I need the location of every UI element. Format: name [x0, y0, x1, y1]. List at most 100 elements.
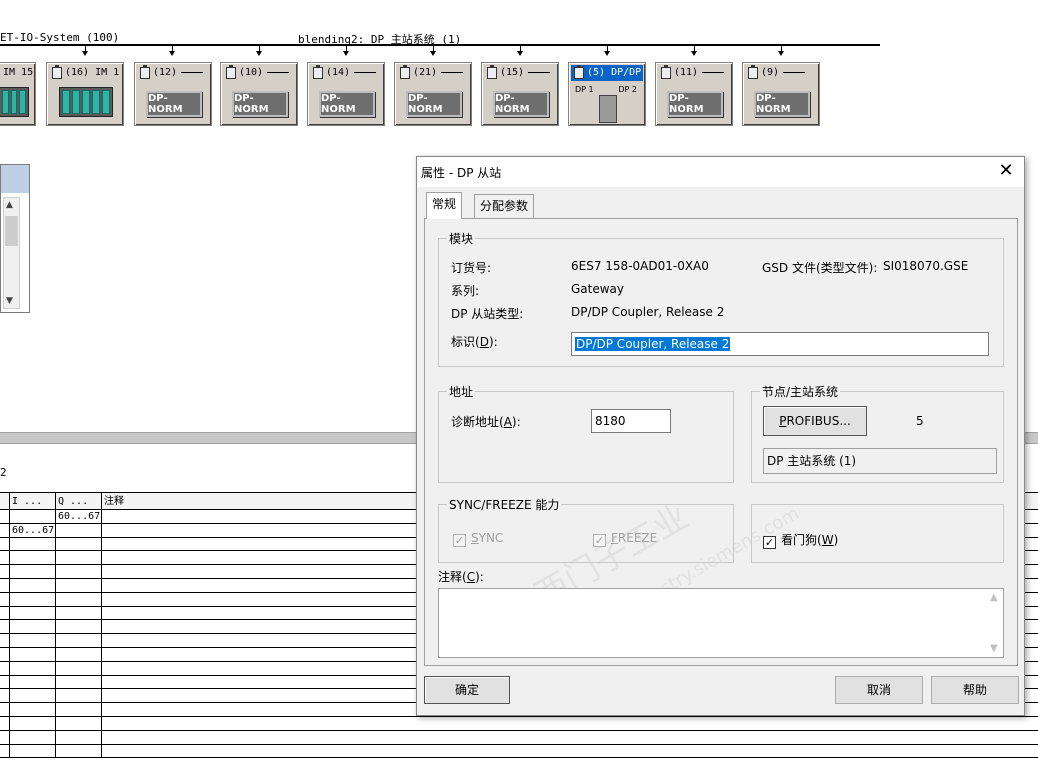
table-cell[interactable]: [56, 578, 102, 592]
table-cell[interactable]: [0, 606, 10, 620]
column-header-q[interactable]: Q ...: [56, 493, 102, 509]
close-icon[interactable]: ✕: [994, 159, 1018, 183]
station-10[interactable]: (10) DP-NORM: [220, 62, 298, 126]
table-cell[interactable]: 60...67: [56, 510, 102, 523]
table-cell[interactable]: [0, 716, 10, 730]
table-cell[interactable]: [0, 537, 10, 551]
listbox-scrollbar[interactable]: ▲ ▼: [3, 197, 20, 309]
station-21[interactable]: (21) DP-NORM: [394, 62, 472, 126]
table-cell[interactable]: [10, 578, 56, 592]
table-cell[interactable]: [56, 716, 102, 730]
table-cell[interactable]: [56, 730, 102, 744]
table-cell[interactable]: [10, 510, 56, 523]
column-header-i[interactable]: I ...: [10, 493, 56, 509]
table-cell[interactable]: [56, 565, 102, 578]
table-cell[interactable]: [0, 551, 10, 565]
table-cell[interactable]: [56, 689, 102, 703]
table-cell[interactable]: [0, 523, 10, 537]
comment-textarea[interactable]: ▲ ▼: [438, 588, 1004, 658]
chevron-down-icon[interactable]: ▼: [6, 296, 13, 306]
station-11[interactable]: (11) DP-NORM: [655, 62, 733, 126]
chevron-down-icon[interactable]: ▼: [990, 643, 998, 654]
table-cell[interactable]: [0, 661, 10, 675]
table-cell[interactable]: [10, 716, 56, 730]
table-cell[interactable]: [0, 634, 10, 647]
table-cell[interactable]: [56, 606, 102, 620]
catalog-listbox[interactable]: ▲ ▼: [0, 164, 30, 313]
table-cell[interactable]: 60...67: [10, 523, 56, 537]
slave-icon: [748, 65, 758, 79]
table-cell[interactable]: [56, 523, 102, 537]
table-cell[interactable]: [56, 675, 102, 689]
chevron-up-icon[interactable]: ▲: [6, 200, 13, 210]
table-cell[interactable]: [10, 537, 56, 551]
table-cell[interactable]: [56, 647, 102, 661]
station-12[interactable]: (12) DP-NORM: [134, 62, 212, 126]
designation-input[interactable]: DP/DP Coupler, Release 2: [571, 332, 989, 356]
table-cell[interactable]: [0, 675, 10, 689]
diag-address-input[interactable]: 8180: [591, 409, 671, 433]
table-cell[interactable]: [56, 592, 102, 606]
table-cell[interactable]: [10, 661, 56, 675]
table-cell[interactable]: [10, 551, 56, 565]
table-cell[interactable]: [56, 634, 102, 647]
table-cell[interactable]: [0, 565, 10, 578]
table-cell[interactable]: [102, 745, 1038, 758]
table-cell[interactable]: [0, 578, 10, 592]
table-cell[interactable]: [10, 675, 56, 689]
table-cell[interactable]: [10, 634, 56, 647]
table-cell[interactable]: [102, 717, 1038, 730]
table-cell[interactable]: [56, 744, 102, 758]
master-system-field: DP 主站系统 (1): [763, 448, 997, 474]
table-cell[interactable]: [10, 620, 56, 634]
ok-button[interactable]: 确定: [424, 676, 510, 704]
node-master-legend: 节点/主站系统: [760, 383, 841, 400]
table-cell[interactable]: [102, 731, 1038, 744]
table-cell[interactable]: [10, 689, 56, 703]
table-cell[interactable]: [0, 703, 10, 716]
order-no-label: 订货号:: [451, 261, 492, 275]
table-cell[interactable]: [10, 606, 56, 620]
table-cell[interactable]: [56, 551, 102, 565]
tab-assign-parameters[interactable]: 分配参数: [474, 194, 535, 218]
station-14[interactable]: (14) DP-NORM: [307, 62, 385, 126]
table-cell[interactable]: [10, 592, 56, 606]
table-cell[interactable]: [0, 744, 10, 758]
table-cell[interactable]: [10, 647, 56, 661]
comment-scrollbar[interactable]: ▲ ▼: [986, 589, 1003, 657]
scroll-thumb[interactable]: [5, 216, 18, 246]
station-16[interactable]: (16) IM 1: [46, 62, 124, 126]
chevron-up-icon[interactable]: ▲: [990, 592, 998, 603]
freeze-checkbox[interactable]: ✓ FREEZE: [593, 531, 657, 547]
table-cell[interactable]: [56, 703, 102, 716]
watchdog-checkbox[interactable]: ✓ 看门狗(W): [763, 531, 838, 549]
station-15[interactable]: (15) DP-NORM: [481, 62, 559, 126]
table-row[interactable]: [0, 744, 1038, 759]
tab-general[interactable]: 常规: [426, 192, 463, 219]
table-cell[interactable]: [0, 647, 10, 661]
table-cell[interactable]: [56, 620, 102, 634]
table-cell[interactable]: [10, 730, 56, 744]
table-cell[interactable]: [0, 730, 10, 744]
dialog-titlebar[interactable]: 属性 - DP 从站 ✕: [417, 157, 1024, 187]
table-row[interactable]: [0, 716, 1038, 731]
table-cell[interactable]: [0, 689, 10, 703]
table-row[interactable]: [0, 730, 1038, 745]
table-cell[interactable]: [10, 565, 56, 578]
station-9[interactable]: (9) DP-NORM: [742, 62, 820, 126]
sync-checkbox[interactable]: ✓ SYNC: [453, 531, 503, 547]
station-5-dp-dp-coupler[interactable]: (5) DP/DP DP 1 DP 2: [568, 62, 646, 126]
table-cell[interactable]: [0, 620, 10, 634]
profibus-button[interactable]: PROFIBUS...: [763, 406, 867, 436]
table-cell[interactable]: [10, 703, 56, 716]
bus-drop: [343, 46, 349, 56]
station-im15[interactable]: IM 15: [0, 62, 36, 126]
column-header[interactable]: [0, 493, 10, 509]
table-cell[interactable]: [0, 510, 10, 523]
table-cell[interactable]: [0, 592, 10, 606]
cancel-button[interactable]: 取消: [835, 676, 923, 704]
help-button[interactable]: 帮助: [931, 676, 1019, 704]
table-cell[interactable]: [56, 537, 102, 551]
table-cell[interactable]: [10, 744, 56, 758]
table-cell[interactable]: [56, 661, 102, 675]
